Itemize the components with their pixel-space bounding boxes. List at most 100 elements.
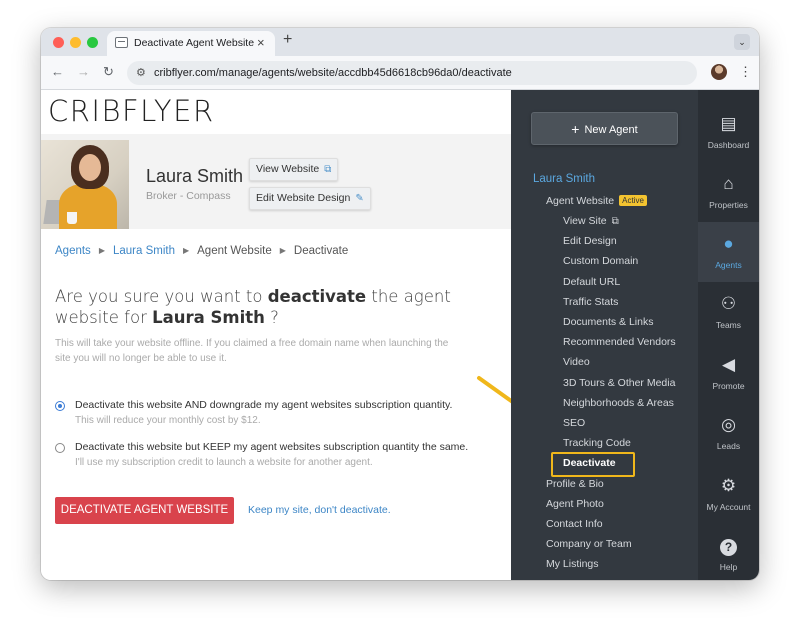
nav-help[interactable]: ? Help <box>698 524 759 580</box>
new-agent-label: New Agent <box>584 124 638 136</box>
nav-label: Dashboard <box>707 140 750 150</box>
tab-bar: Deactivate Agent Website × + ⌄ <box>41 28 759 56</box>
radio-keep-quantity[interactable] <box>55 443 65 453</box>
sidebar-agent-name[interactable]: Laura Smith <box>533 173 595 185</box>
sidebar-item-vendors[interactable]: Recommended Vendors <box>563 336 676 348</box>
main-nav: ▤ Dashboard ⌂ Properties ● Agents ⚇ Teams ◀ P… <box>698 90 759 580</box>
nav-label: Leads <box>716 441 741 451</box>
option-keep-subtext: I'll use my subscription credit to launc… <box>75 457 373 468</box>
tab-search-icon[interactable]: ⌄ <box>734 34 750 50</box>
option-keep-label[interactable]: Deactivate this website but KEEP my agen… <box>75 441 468 453</box>
nav-agents[interactable]: ● Agents <box>698 222 759 282</box>
edit-design-button[interactable]: Edit Website Design ✎ <box>249 187 371 210</box>
dashboard-icon: ▤ <box>720 114 737 133</box>
sidebar-item-company-team[interactable]: Company or Team <box>546 538 632 550</box>
new-agent-button[interactable]: + New Agent <box>531 112 678 145</box>
close-window-dot[interactable] <box>53 37 64 48</box>
sidebar-item-label: Agent Website <box>546 195 615 207</box>
tab-title: Deactivate Agent Website <box>134 37 255 49</box>
sidebar-item-traffic-stats[interactable]: Traffic Stats <box>563 296 618 308</box>
nav-label: Help <box>719 562 738 572</box>
nav-leads[interactable]: ◎ Leads <box>698 403 759 463</box>
sidebar-item-deactivate[interactable]: Deactivate <box>563 457 616 469</box>
option-downgrade-label[interactable]: Deactivate this website AND downgrade my… <box>75 399 452 411</box>
sidebar-item-edit-design[interactable]: Edit Design <box>563 235 617 247</box>
page-content: CRIBFLYER Laura Smith Broker - Compass V… <box>41 90 759 580</box>
tab-close-icon[interactable]: × <box>257 35 265 50</box>
breadcrumb-website: Agent Website <box>197 245 272 257</box>
breadcrumb: Agents ▶ Laura Smith ▶ Agent Website ▶ Deactiv… <box>55 245 348 257</box>
breadcrumb-agent[interactable]: Laura Smith <box>113 245 175 257</box>
heading-text: ? <box>264 308 279 327</box>
teams-icon: ⚇ <box>720 294 737 313</box>
sidebar-item-default-url[interactable]: Default URL <box>563 276 620 288</box>
status-badge: Active <box>619 195 647 206</box>
url-text[interactable]: cribflyer.com/manage/agents/website/accd… <box>154 67 512 79</box>
address-bar[interactable]: ⚙ cribflyer.com/manage/agents/website/ac… <box>127 61 697 85</box>
nav-properties[interactable]: ⌂ Properties <box>698 162 759 222</box>
target-icon: ◎ <box>721 415 736 434</box>
sidebar-item-agent-photo[interactable]: Agent Photo <box>546 498 604 510</box>
agent-header: Laura Smith Broker - Compass View Websit… <box>41 134 511 229</box>
nav-label: Teams <box>715 320 742 330</box>
back-icon[interactable]: ← <box>51 64 64 79</box>
external-link-icon: ⧉ <box>611 216 619 227</box>
sidebar-item-3d-tours[interactable]: 3D Tours & Other Media <box>563 377 675 389</box>
browser-tab[interactable]: Deactivate Agent Website × <box>107 31 275 56</box>
minimize-window-dot[interactable] <box>70 37 81 48</box>
keep-site-link[interactable]: Keep my site, don't deactivate. <box>248 504 391 516</box>
sidebar-item-label: View Site <box>563 215 607 227</box>
sidebar-item-tracking-code[interactable]: Tracking Code <box>563 437 631 449</box>
option-downgrade-subtext: This will reduce your monthly cost by $1… <box>75 415 261 426</box>
breadcrumb-separator-icon: ▶ <box>182 246 190 255</box>
heading-emphasis: deactivate <box>267 287 367 306</box>
heading-text: Are you sure you want to <box>55 287 268 306</box>
agent-subtitle: Broker - Compass <box>146 190 231 202</box>
zoom-window-dot[interactable] <box>87 37 98 48</box>
nav-label: My Account <box>706 502 751 512</box>
gear-icon: ⚙ <box>720 476 737 495</box>
sidebar-item-agent-website[interactable]: Agent Website Active <box>546 195 647 207</box>
nav-teams[interactable]: ⚇ Teams <box>698 282 759 342</box>
deactivate-website-button[interactable]: DEACTIVATE AGENT WEBSITE <box>55 497 234 524</box>
agent-photo <box>41 140 129 229</box>
heading-agent-name: Laura Smith <box>152 308 265 327</box>
nav-dashboard[interactable]: ▤ Dashboard <box>698 102 759 162</box>
forward-icon[interactable]: → <box>77 64 90 79</box>
reload-icon[interactable]: ↻ <box>103 64 114 80</box>
nav-my-account[interactable]: ⚙ My Account <box>698 464 759 524</box>
properties-icon: ⌂ <box>723 174 734 193</box>
external-link-icon: ⧉ <box>324 164 332 175</box>
nav-promote[interactable]: ◀ Promote <box>698 343 759 403</box>
agent-name: Laura Smith <box>146 166 244 186</box>
nav-label: Properties <box>709 200 748 210</box>
sidebar-item-documents[interactable]: Documents & Links <box>563 316 653 328</box>
nav-label: Promote <box>712 381 745 391</box>
sidebar-item-neighborhoods[interactable]: Neighborhoods & Areas <box>563 397 674 409</box>
radio-downgrade[interactable] <box>55 401 65 411</box>
profile-avatar[interactable] <box>711 64 727 80</box>
browser-menu-icon[interactable]: ⋮ <box>739 64 752 80</box>
sidebar-item-custom-domain[interactable]: Custom Domain <box>563 255 638 267</box>
sidebar-item-seo[interactable]: SEO <box>563 417 585 429</box>
new-tab-icon[interactable]: + <box>283 31 292 49</box>
brand-logo[interactable]: CRIBFLYER <box>48 94 215 128</box>
sidebar-item-video[interactable]: Video <box>563 356 590 368</box>
favicon-icon <box>115 37 128 48</box>
sidebar-item-profile-bio[interactable]: Profile & Bio <box>546 478 604 490</box>
view-website-button[interactable]: View Website ⧉ <box>249 158 339 181</box>
help-icon: ? <box>698 536 759 556</box>
sidebar-item-my-listings[interactable]: My Listings <box>546 558 599 570</box>
agents-icon: ● <box>723 234 734 253</box>
view-website-label: View Website <box>256 163 320 175</box>
sidebar-item-view-site[interactable]: View Site ⧉ <box>563 215 619 227</box>
nav-label: Agents <box>715 260 742 270</box>
breadcrumb-current: Deactivate <box>293 245 349 257</box>
sidebar-item-contact-info[interactable]: Contact Info <box>546 518 603 530</box>
browser-toolbar: ← → ↻ ⚙ cribflyer.com/manage/agents/webs… <box>41 56 759 90</box>
breadcrumb-agents[interactable]: Agents <box>55 245 91 257</box>
edit-design-label: Edit Website Design <box>256 192 351 204</box>
breadcrumb-separator-icon: ▶ <box>98 246 105 255</box>
agent-sidebar: + New Agent Laura Smith Agent Website Acti… <box>511 90 698 580</box>
site-settings-icon[interactable]: ⚙ <box>136 66 146 79</box>
